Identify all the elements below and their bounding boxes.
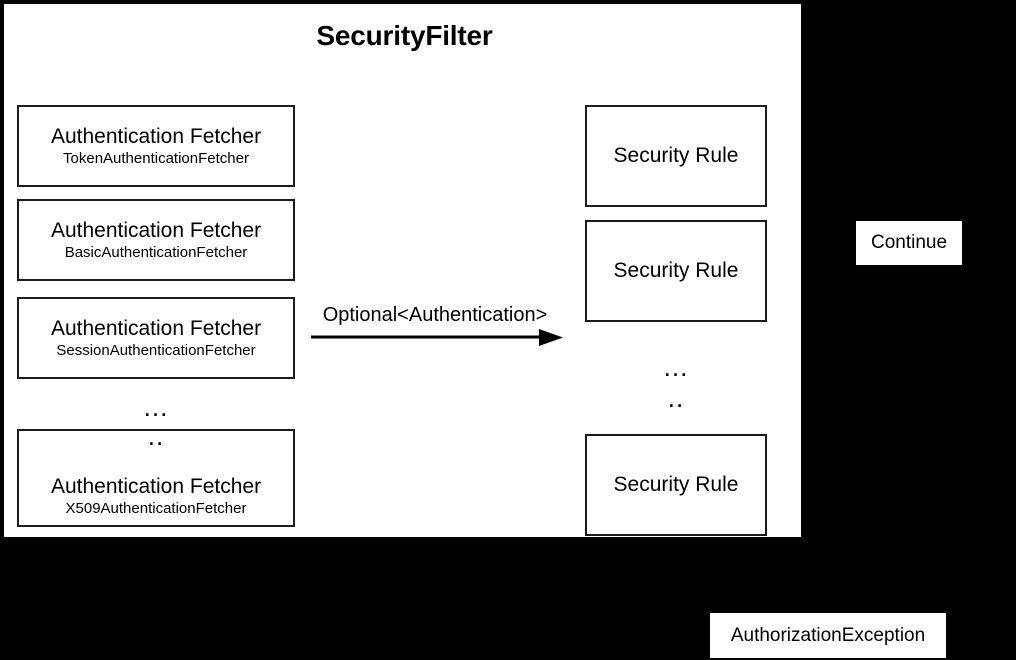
security-rule-box[interactable]: Security Rule	[585, 220, 767, 322]
authentication-fetcher-box[interactable]: Authentication Fetcher SessionAuthentica…	[17, 297, 295, 379]
security-rule-ellipsis-minor: ..	[667, 383, 685, 413]
security-rule-label: Security Rule	[613, 473, 739, 496]
fetcher-title: Authentication Fetcher	[50, 218, 262, 242]
security-rule-ellipsis-major: …	[662, 352, 690, 382]
security-rule-box[interactable]: Security Rule	[585, 105, 767, 207]
fetcher-implementation: SessionAuthenticationFetcher	[56, 341, 256, 359]
fetcher-ellipsis-minor: ..	[147, 421, 165, 451]
fetcher-title: Authentication Fetcher	[50, 316, 262, 340]
fetcher-implementation: TokenAuthenticationFetcher	[63, 149, 249, 167]
security-filter-panel: SecurityFilter Authentication Fetcher To…	[2, 2, 803, 539]
diagram-canvas: SecurityFilter Authentication Fetcher To…	[0, 0, 1016, 660]
authentication-fetcher-box[interactable]: Authentication Fetcher BasicAuthenticati…	[17, 199, 295, 281]
authentication-fetcher-box[interactable]: Authentication Fetcher TokenAuthenticati…	[17, 105, 295, 187]
page-title: SecurityFilter	[316, 20, 493, 51]
fetcher-implementation: X509AuthenticationFetcher	[65, 499, 247, 517]
outcome-exception-label: AuthorizationException	[710, 613, 946, 658]
fetcher-title: Authentication Fetcher	[50, 474, 262, 498]
fetcher-ellipsis-major: …	[142, 392, 170, 422]
fetcher-implementation: BasicAuthenticationFetcher	[64, 243, 248, 261]
fetcher-title: Authentication Fetcher	[50, 124, 262, 148]
outcome-continue-label: Continue	[856, 221, 962, 265]
flow-arrow-icon	[311, 329, 563, 346]
security-rule-box[interactable]: Security Rule	[585, 434, 767, 536]
security-rule-label: Security Rule	[613, 259, 739, 282]
arrow-label: Optional<Authentication>	[322, 304, 548, 326]
security-rule-label: Security Rule	[613, 144, 739, 167]
